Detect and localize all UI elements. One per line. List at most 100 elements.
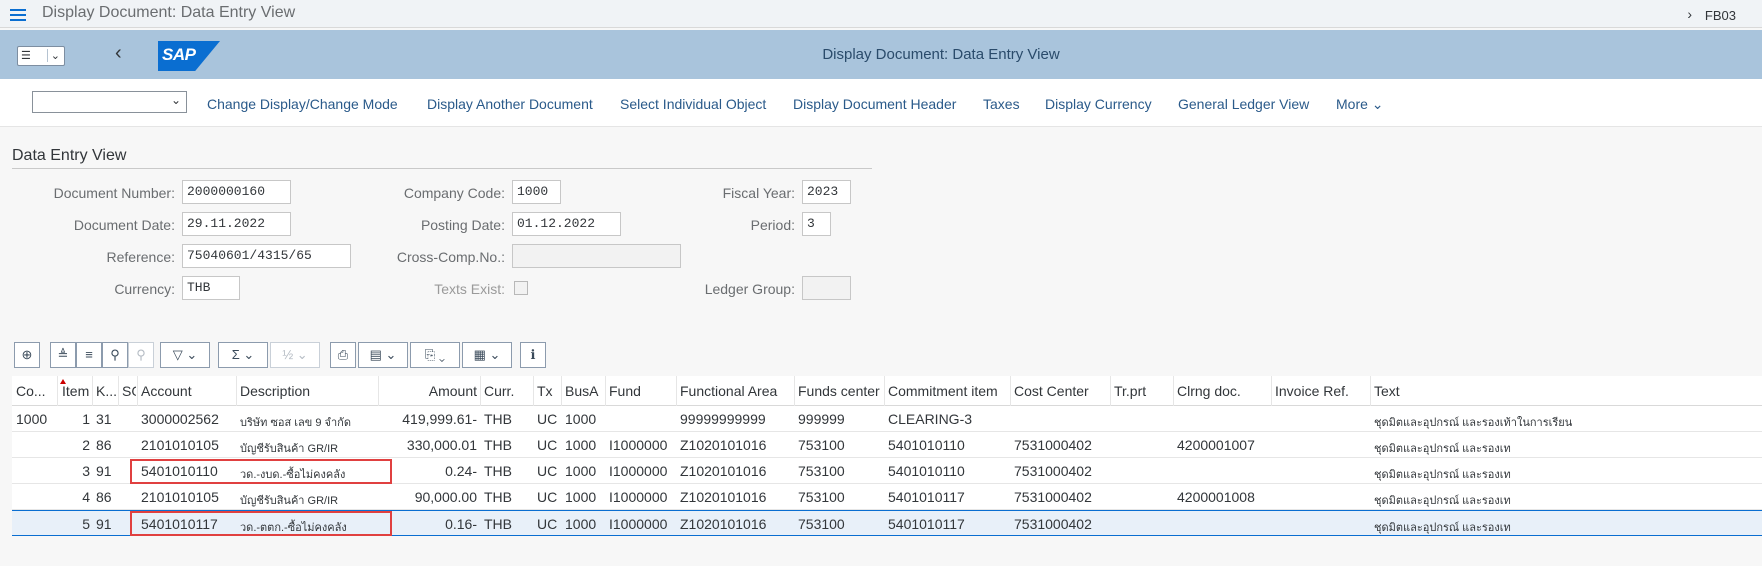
account-cell[interactable]: 3000002562 — [141, 411, 233, 427]
select-individual-object-button[interactable]: Select Individual Object — [620, 96, 766, 112]
document-number-field[interactable]: 2000000160 — [182, 180, 291, 204]
item-cell: 2 — [82, 437, 90, 453]
company-code-label: Company Code: — [403, 185, 505, 201]
posting-key-cell: 91 — [96, 463, 112, 479]
window-title: Display Document: Data Entry View — [42, 4, 296, 21]
currency-cell: THB — [484, 463, 512, 479]
sort-descending-icon[interactable]: ≡ — [76, 342, 102, 368]
period-field[interactable]: 3 — [802, 212, 831, 236]
column-header[interactable]: BusA — [565, 383, 603, 399]
column-header[interactable]: Fund — [609, 383, 679, 399]
column-header[interactable]: Account — [141, 383, 231, 399]
table-row[interactable]: 2 86 2101010105 บัญชีรับสินค้า GR/IR 330… — [12, 432, 1762, 458]
column-header[interactable]: Description — [240, 383, 370, 399]
document-date-field[interactable]: 29.11.2022 — [182, 212, 291, 236]
commitment-item-cell: 5401010117 — [888, 516, 965, 532]
currency-label: Currency: — [114, 281, 175, 297]
export-icon[interactable]: ⎘ ⌄ — [410, 342, 460, 368]
column-header[interactable]: Funds center — [798, 383, 885, 399]
posting-key-cell: 86 — [96, 489, 112, 505]
posting-key-cell: 91 — [96, 516, 112, 532]
column-header[interactable]: Tr.prt — [1114, 383, 1174, 399]
funds-center-cell: 753100 — [798, 437, 845, 453]
column-header[interactable]: Tx — [537, 383, 561, 399]
general-ledger-view-button[interactable]: General Ledger View — [1178, 96, 1309, 112]
sort-ascending-icon[interactable]: ≜ — [50, 342, 76, 368]
column-header[interactable]: Functional Area — [680, 383, 795, 399]
fund-cell: I1000000 — [609, 463, 668, 479]
column-header[interactable]: SG — [122, 383, 136, 399]
account-cell[interactable]: 2101010105 — [141, 489, 233, 505]
amount-cell: 0.16- — [445, 516, 477, 532]
display-another-document-button[interactable]: Display Another Document — [427, 96, 593, 112]
display-currency-button[interactable]: Display Currency — [1045, 96, 1152, 112]
item-cell: 5 — [82, 516, 90, 532]
functional-area-cell: Z1020101016 — [680, 437, 767, 453]
text-cell: ชุดมิตและอุปกรณ์ และรองเท — [1374, 469, 1511, 481]
taxes-button[interactable]: Taxes — [983, 96, 1020, 112]
total-icon[interactable]: Σ ⌄ — [218, 342, 268, 368]
column-header[interactable]: Invoice Ref. — [1275, 383, 1365, 399]
text-cell: ชุดมิตและอุปกรณ์ และรองเท — [1374, 443, 1511, 455]
text-cell: ชุดมิตและอุปกรณ์ และรองเท้าในการเรียน — [1374, 417, 1573, 429]
find-next-icon[interactable]: ⚲ — [128, 342, 154, 368]
currency-cell: THB — [484, 489, 512, 505]
funds-center-cell: 753100 — [798, 516, 845, 532]
posting-date-field[interactable]: 01.12.2022 — [512, 212, 621, 236]
chevron-right-icon[interactable]: › — [1687, 6, 1692, 22]
clearing-doc-cell: 4200001008 — [1177, 489, 1255, 505]
highlight-box — [130, 459, 392, 484]
table-row[interactable]: 1000 1 31 3000002562 บริษัท ซอส เลข 9 จำ… — [12, 406, 1762, 432]
table-row[interactable]: 4 86 2101010105 บัญชีรับสินค้า GR/IR 90,… — [12, 484, 1762, 510]
description-cell: บริษัท ซอส เลข 9 จำกัด — [240, 417, 351, 429]
action-dropdown[interactable]: ⌄ — [32, 91, 187, 113]
fund-cell: I1000000 — [609, 516, 668, 532]
details-icon[interactable]: ⊕ — [14, 342, 40, 368]
cross-comp-label: Cross-Comp.No.: — [396, 249, 505, 265]
company-code-field[interactable]: 1000 — [512, 180, 561, 204]
menu-icon[interactable] — [10, 9, 26, 21]
info-icon[interactable]: ℹ — [520, 342, 546, 368]
column-header[interactable]: Co... — [16, 383, 52, 399]
texts-exist-checkbox[interactable] — [514, 281, 528, 295]
more-button[interactable]: More ⌄ — [1336, 96, 1384, 113]
find-icon[interactable]: ⚲ — [102, 342, 128, 368]
subtotal-icon[interactable]: ½ ⌄ — [270, 342, 320, 368]
views-icon[interactable]: ▤ ⌄ — [358, 342, 408, 368]
filter-icon[interactable]: ▽ ⌄ — [160, 342, 210, 368]
item-cell: 1 — [82, 411, 90, 427]
currency-field[interactable]: THB — [182, 276, 240, 300]
commitment-item-cell: 5401010110 — [888, 437, 965, 453]
cost-center-cell: 7531000402 — [1014, 489, 1092, 505]
company-code-cell: 1000 — [16, 411, 48, 427]
account-cell[interactable]: 2101010105 — [141, 437, 233, 453]
cross-comp-field[interactable] — [512, 244, 681, 268]
change-display-mode-button[interactable]: Change Display/Change Mode — [207, 96, 398, 112]
business-area-cell: 1000 — [565, 437, 597, 453]
tax-cell: UC — [537, 489, 558, 505]
column-header[interactable]: Clrng doc. — [1177, 383, 1267, 399]
column-header[interactable]: Cost Center — [1014, 383, 1119, 399]
currency-cell: THB — [484, 516, 512, 532]
ledger-group-field[interactable] — [802, 276, 851, 300]
commitment-item-cell: CLEARING-3 — [888, 411, 973, 427]
amount-cell: 419,999.61- — [402, 411, 477, 427]
column-header[interactable]: Curr. — [484, 383, 524, 399]
reference-field[interactable]: 75040601/4315/65 — [182, 244, 351, 268]
print-icon[interactable]: ⎙ — [330, 342, 356, 368]
fund-cell: I1000000 — [609, 437, 668, 453]
fiscal-year-field[interactable]: 2023 — [802, 180, 851, 204]
column-header[interactable]: Amount — [382, 383, 477, 399]
cost-center-cell: 7531000402 — [1014, 463, 1092, 479]
commitment-item-cell: 5401010117 — [888, 489, 965, 505]
tax-cell: UC — [537, 437, 558, 453]
tax-cell: UC — [537, 463, 558, 479]
amount-cell: 90,000.00 — [414, 489, 477, 505]
column-header[interactable]: Commitment item — [888, 383, 1013, 399]
column-header[interactable]: K... — [96, 383, 116, 399]
display-document-header-button[interactable]: Display Document Header — [793, 96, 956, 112]
layout-icon[interactable]: ▦ ⌄ — [462, 342, 512, 368]
transaction-code: FB03 — [1704, 8, 1736, 23]
column-header[interactable]: Text — [1374, 383, 1474, 399]
item-cell: 3 — [82, 463, 90, 479]
